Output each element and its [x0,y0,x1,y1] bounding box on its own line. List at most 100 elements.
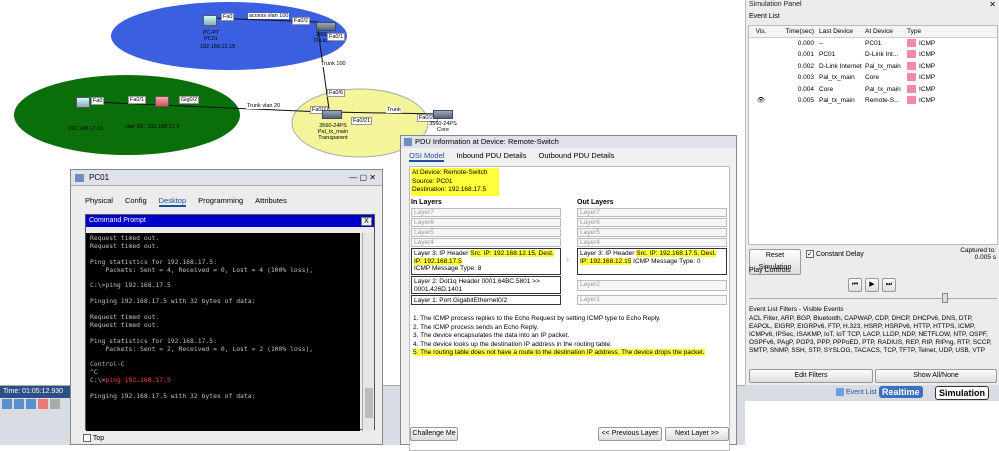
eye-icon[interactable]: 👁 [749,95,773,107]
constant-delay-checkbox[interactable]: ✓ Constant Delay [806,250,864,258]
tool-icons[interactable] [2,399,72,413]
type-color-icon [907,84,916,93]
tab-programming[interactable]: Programming [198,196,243,207]
switch-icon[interactable] [316,22,336,31]
event-at-device: D-Link Int... [865,51,899,58]
in-layer5[interactable]: Layer5 [411,228,561,237]
vis-cell[interactable] [749,72,773,84]
col-header: Vis. [755,28,767,35]
event-at-device: Remote-S... [865,97,900,104]
in-layer1[interactable]: Layer 1: Port GigabitEthernet0/2 [411,295,561,305]
event-row[interactable]: 0.000 -- PC01 ICMP [749,38,997,50]
router-icon[interactable] [155,96,169,107]
challenge-me-button[interactable]: Challenge Me [410,427,458,441]
command-prompt-title: Command Prompt [89,217,146,224]
event-table[interactable]: Vis. Time(sec) Last Device At Device Typ… [748,25,998,245]
out-l3-icmp: ICMP Message Type: 0 [631,257,701,265]
link-label: Trunk 100 [320,61,347,67]
pdu-info-window[interactable]: PDU Information at Device: Remote-Switch… [400,135,737,451]
out-layer2[interactable]: Layer2 [577,280,727,291]
tool-icon[interactable] [50,399,60,409]
vis-cell[interactable] [749,84,773,96]
port-label: Fa0/1 [327,33,346,41]
play-button[interactable]: ▶ [865,278,879,292]
out-layer7[interactable]: Layer7 [577,208,727,217]
pdu-tabs[interactable]: OSI Model Inbound PDU Details Outbound P… [409,151,614,162]
simulation-tab[interactable]: Simulation [935,386,990,400]
event-row[interactable]: 0.002 D-Link Internet Pal_tx_main ICMP [749,61,997,73]
event-row[interactable]: 👁 0.005 Pal_tx_main Remote-S... ICMP [749,95,997,107]
forward-button[interactable]: ⏭ [882,278,896,292]
step: 3. The device encapsulates the data into… [413,332,570,340]
scrollbar[interactable] [362,233,374,431]
event-time: 0.005 [797,97,814,104]
vis-cell[interactable] [749,61,773,73]
pc-icon[interactable] [203,15,217,26]
window-controls[interactable]: — ▢ ✕ [349,170,376,186]
event-row[interactable]: 0.004 Core Pal_tx_main ICMP [749,84,997,96]
tab-config[interactable]: Config [125,196,147,207]
pc01-window[interactable]: PC01 — ▢ ✕ Physical Config Desktop Progr… [70,169,383,445]
close-icon[interactable]: ✕ [989,0,996,9]
at-device: At Device: Remote-Switch [412,169,488,176]
pdu-titlebar[interactable]: PDU Information at Device: Remote-Switch [401,136,736,148]
event-type: ICMP [907,38,967,50]
out-layer1[interactable]: Layer1 [577,295,727,305]
speed-slider-thumb[interactable] [942,293,948,303]
previous-layer-button[interactable]: << Previous Layer [598,427,662,441]
switch-icon[interactable] [433,110,453,119]
tab-osi-model[interactable]: OSI Model [409,151,445,162]
event-type: ICMP [907,84,967,96]
pc-left-ip: 192.168.17.10 [68,126,104,132]
checkbox-icon[interactable] [83,434,91,442]
in-layer4[interactable]: Layer4 [411,238,561,247]
play-controls-label: Play Controls [749,267,791,274]
tab-desktop[interactable]: Desktop [158,196,187,207]
realtime-tab[interactable]: Realtime [879,386,923,398]
speed-slider[interactable] [749,298,997,299]
in-layer3[interactable]: Layer 3: IP Header Src. IP: 192.168.12.1… [411,248,561,275]
top-label: Top [92,434,105,442]
vis-cell[interactable] [749,49,773,61]
out-layer5[interactable]: Layer5 [577,228,727,237]
check-icon[interactable]: ✓ [806,250,814,258]
in-layer7[interactable]: Layer7 [411,208,561,217]
tab-attributes[interactable]: Attributes [255,196,287,207]
event-time: 0.004 [797,85,814,93]
out-layer3[interactable]: Layer 3: IP Header Src. IP: 192.168.17.5… [577,248,727,275]
scrollbar-thumb[interactable] [365,388,373,418]
back-button[interactable]: ⏮ [848,278,862,292]
in-layer2[interactable]: Layer 2: Dot1q Header 0001.64BC.5801 >> … [411,276,561,294]
switch-icon[interactable] [322,110,342,119]
top-checkbox[interactable]: Top [83,434,104,442]
tool-icon[interactable] [38,399,48,409]
pc-tabs[interactable]: Physical Config Desktop Programming Attr… [85,196,287,207]
close-button[interactable]: X [361,217,372,226]
terminal-output[interactable]: Request timed out. Request timed out. Ping… [86,233,360,431]
event-time: 0.000 [797,39,814,47]
event-rows[interactable]: 0.000 -- PC01 ICMP 0.001 PC01 D-Link Int... ICM… [749,38,997,107]
event-row[interactable]: 0.003 Pal_tx_main Core ICMP [749,72,997,84]
event-row[interactable]: 0.001 PC01 D-Link Int... ICMP [749,49,997,61]
tool-icon[interactable] [2,399,12,409]
link-label: Trunk [386,107,402,113]
tab-physical[interactable]: Physical [85,196,113,207]
pc-icon[interactable] [76,97,90,108]
event-list-toggle[interactable]: Event List [836,388,877,396]
in-layer6[interactable]: Layer6 [411,218,561,227]
out-layer4[interactable]: Layer4 [577,238,727,247]
edit-filters-button[interactable]: Edit Filters [749,369,873,383]
event-list-tab-label: Event List [845,388,877,396]
tool-icon[interactable] [26,399,36,409]
tab-outbound[interactable]: Outbound PDU Details [538,151,614,162]
next-layer-button[interactable]: Next Layer >> [665,427,729,441]
command-prompt[interactable]: Command Prompt X Request timed out. Reque… [85,214,375,431]
col-header: Type [907,28,922,35]
tool-icon[interactable] [14,399,24,409]
out-layer6[interactable]: Layer6 [577,218,727,227]
event-at-device: Core [865,74,880,81]
show-all-none-button[interactable]: Show All/None [875,369,997,383]
tab-inbound[interactable]: Inbound PDU Details [456,151,526,162]
pc01-titlebar[interactable]: PC01 — ▢ ✕ [71,170,382,186]
vis-cell[interactable] [749,38,773,50]
